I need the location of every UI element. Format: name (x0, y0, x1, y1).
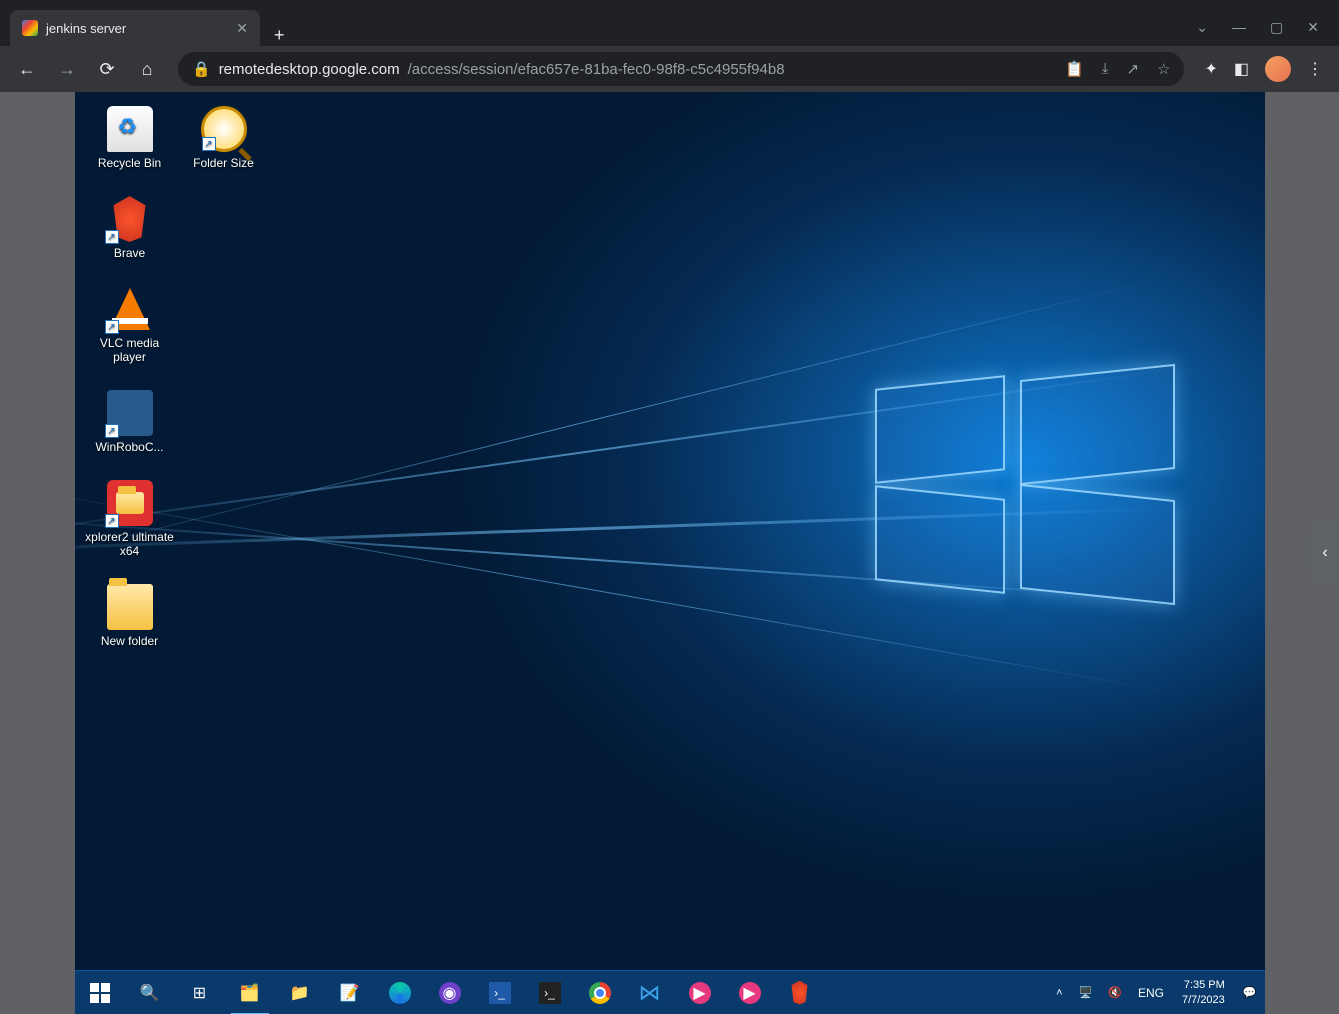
desktop-icon-label: New folder (101, 634, 158, 648)
taskbar-terminal[interactable]: ›_ (525, 971, 575, 1014)
new-tab-button[interactable]: + (260, 25, 299, 46)
maximize-icon[interactable]: ▢ (1270, 19, 1283, 36)
tab-title: jenkins server (46, 21, 126, 36)
taskbar-app-pink2[interactable]: ▶ (725, 971, 775, 1014)
browser-toolbar: ← → ⟳ ⌂ 🔒 remotedesktop.google.com/acces… (0, 46, 1339, 92)
vlc-icon: ↗ (107, 286, 153, 332)
tray-clock[interactable]: 7:35 PM 7/7/2023 (1172, 978, 1235, 1007)
folder-icon (107, 584, 153, 630)
close-tab-icon[interactable]: ✕ (236, 20, 248, 37)
home-button[interactable]: ⌂ (130, 52, 164, 86)
sidepanel-icon[interactable]: ◧ (1234, 59, 1249, 79)
action-center-icon[interactable]: 💬 (1235, 971, 1265, 1014)
winroboc-icon: ↗ (107, 390, 153, 436)
tab-favicon (22, 20, 38, 36)
taskbar-vscode[interactable]: ⋈ (625, 971, 675, 1014)
taskbar-github[interactable]: ◉ (425, 971, 475, 1014)
desktop-icon-label: Recycle Bin (98, 156, 161, 170)
back-button[interactable]: ← (10, 52, 44, 86)
taskbar-search-icon[interactable]: 🔍 (125, 971, 175, 1014)
close-window-icon[interactable]: ✕ (1307, 19, 1319, 36)
tray-network-icon[interactable]: 🖥️ (1071, 971, 1101, 1014)
xplorer2-icon: ↗ (107, 480, 153, 526)
folder-size-icon: ↗ (201, 106, 247, 152)
url-path: /access/session/efac657e-81ba-fec0-98f8-… (408, 61, 785, 78)
taskbar-app-pink1[interactable]: ▶ (675, 971, 725, 1014)
crd-side-panel-toggle[interactable]: ‹ (1311, 523, 1339, 583)
taskbar-edge[interactable] (375, 971, 425, 1014)
menu-icon[interactable]: ⋮ (1307, 59, 1323, 79)
desktop-icon-xplorer2[interactable]: ↗ xplorer2 ultimate x64 (85, 476, 175, 562)
desktop-icon-folder-size[interactable]: ↗ Folder Size (179, 102, 269, 174)
tray-volume-icon[interactable]: 🔇 (1100, 971, 1130, 1014)
desktop-icon-vlc[interactable]: ↗ VLC media player (85, 282, 175, 368)
window-controls: ⌄ ― ▢ ✕ (1196, 19, 1339, 46)
tray-time: 7:35 PM (1182, 978, 1225, 992)
search-tabs-icon[interactable]: ⌄ (1196, 19, 1208, 36)
windows-logo (875, 382, 1175, 602)
extensions-icon[interactable]: ✦ (1204, 59, 1217, 79)
forward-button[interactable]: → (50, 52, 84, 86)
taskbar-folder[interactable]: 📁 (275, 971, 325, 1014)
taskbar-notepad[interactable]: 📝 (325, 971, 375, 1014)
desktop-icon-label: xplorer2 ultimate x64 (85, 530, 175, 558)
profile-avatar[interactable] (1265, 56, 1291, 82)
tray-overflow-icon[interactable]: ˄ (1048, 971, 1070, 1014)
clipboard-icon[interactable]: 📋 (1065, 60, 1084, 78)
desktop-icon-new-folder[interactable]: New folder (85, 580, 175, 652)
taskbar-chrome[interactable] (575, 971, 625, 1014)
desktop-icon-winroboc[interactable]: ↗ WinRoboC... (85, 386, 175, 458)
recycle-bin-icon (107, 106, 153, 152)
desktop-icon-recycle-bin[interactable]: Recycle Bin (85, 102, 175, 174)
lock-icon: 🔒 (192, 60, 211, 78)
install-icon[interactable]: ⤓ (1102, 60, 1109, 78)
address-bar[interactable]: 🔒 remotedesktop.google.com/access/sessio… (178, 52, 1184, 86)
remote-desktop-screen[interactable]: Recycle Bin ↗ Folder Size ↗ Brave ↗ VLC … (75, 92, 1265, 1014)
start-button[interactable] (75, 971, 125, 1014)
tray-date: 7/7/2023 (1182, 993, 1225, 1007)
bookmark-icon[interactable]: ☆ (1157, 60, 1170, 78)
brave-icon: ↗ (107, 196, 153, 242)
remote-desktop-frame: Recycle Bin ↗ Folder Size ↗ Brave ↗ VLC … (0, 92, 1339, 1014)
reload-button[interactable]: ⟳ (90, 52, 124, 86)
desktop-icons-grid: Recycle Bin ↗ Folder Size ↗ Brave ↗ VLC … (85, 102, 269, 652)
desktop-icon-label: Brave (114, 246, 145, 260)
windows-taskbar: 🔍 ⊞ 🗂️ 📁 📝 ◉ ›_ ›_ ⋈ ▶ ▶ ˄ 🖥️ 🔇 ENG (75, 970, 1265, 1014)
url-domain: remotedesktop.google.com (219, 61, 400, 78)
taskbar-brave[interactable] (775, 971, 825, 1014)
tray-language[interactable]: ENG (1130, 986, 1172, 1000)
browser-titlebar: jenkins server ✕ + ⌄ ― ▢ ✕ (0, 0, 1339, 46)
task-view-icon[interactable]: ⊞ (175, 971, 225, 1014)
desktop-icon-label: VLC media player (85, 336, 175, 364)
browser-tab[interactable]: jenkins server ✕ (10, 10, 260, 46)
minimize-icon[interactable]: ― (1232, 19, 1246, 36)
desktop-icon-brave[interactable]: ↗ Brave (85, 192, 175, 264)
taskbar-file-explorer[interactable]: 🗂️ (225, 971, 275, 1014)
taskbar-powershell[interactable]: ›_ (475, 971, 525, 1014)
desktop-icon-label: WinRoboC... (95, 440, 163, 454)
share-icon[interactable]: ↗ (1126, 60, 1139, 78)
